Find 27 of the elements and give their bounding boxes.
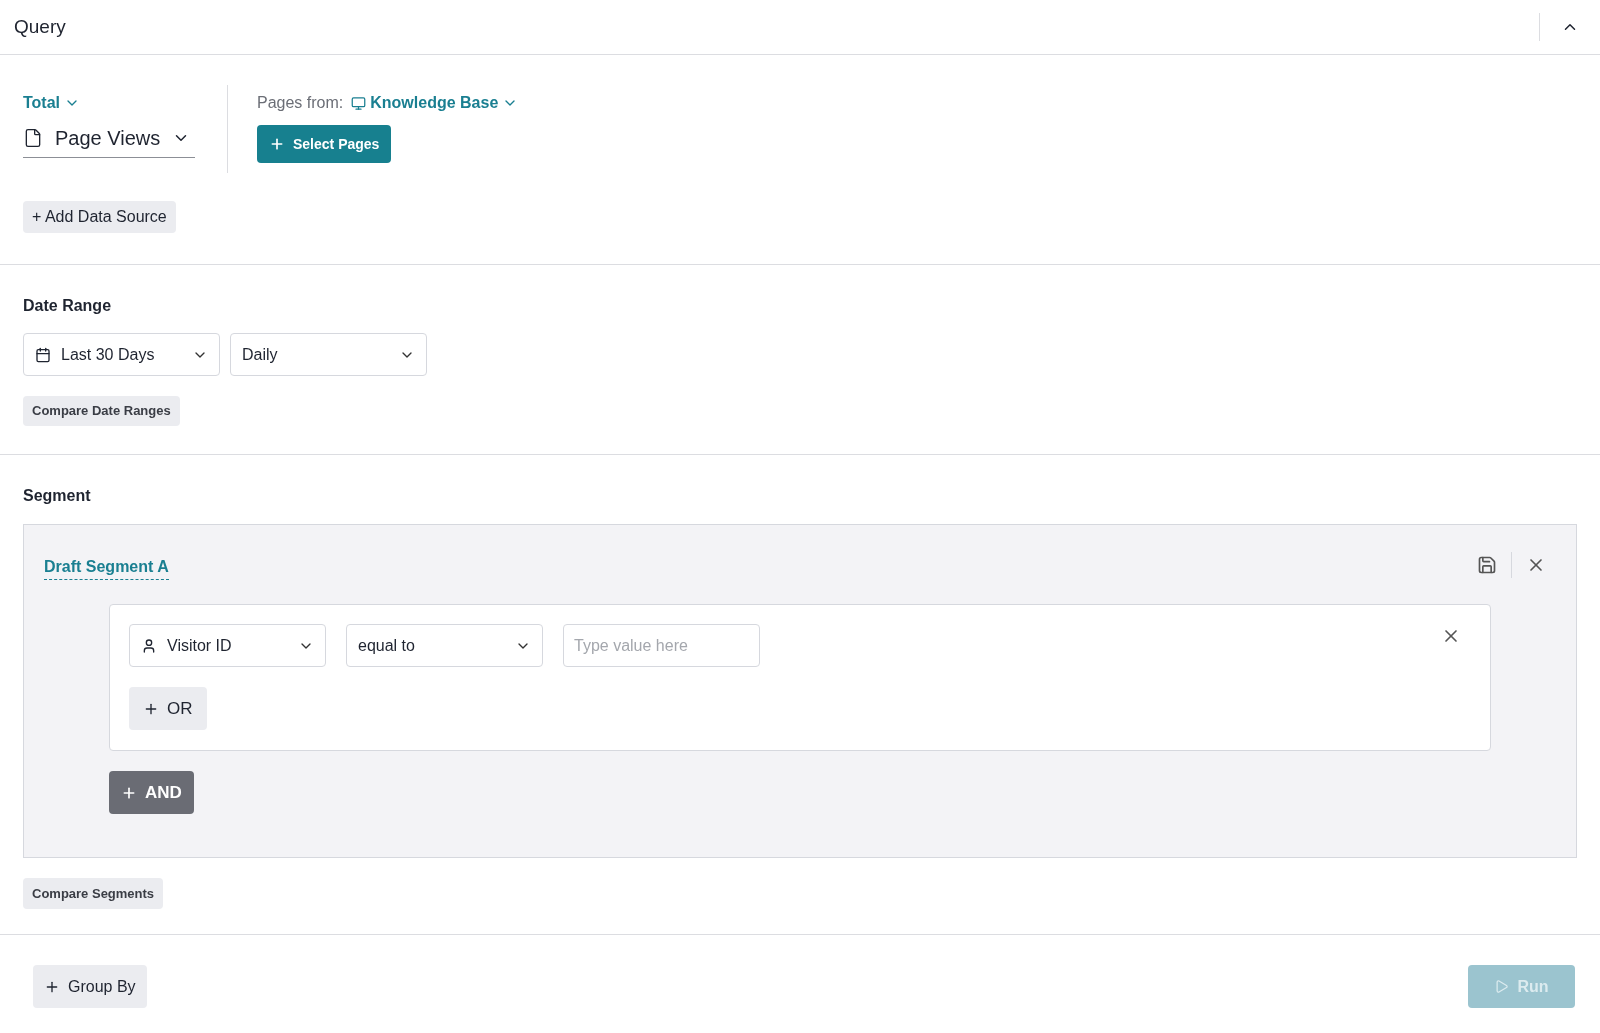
operator-dropdown[interactable]: equal to (346, 624, 543, 667)
group-by-button[interactable]: Group By (33, 965, 147, 1008)
or-button[interactable]: OR (129, 687, 207, 730)
field-dropdown[interactable]: Visitor ID (129, 624, 326, 667)
compare-segments-button[interactable]: Compare Segments (23, 878, 164, 909)
interval-dropdown[interactable]: Daily (230, 333, 427, 376)
aggregation-dropdown[interactable]: Total (23, 91, 81, 115)
value-input-field[interactable]: Type value here (563, 624, 760, 667)
document-icon (23, 128, 43, 148)
play-icon (1494, 979, 1510, 994)
section-label: Segment (23, 486, 92, 506)
metric-dropdown[interactable]: Page Views (23, 123, 195, 158)
compare-date-ranges-button[interactable]: Compare Date Ranges (23, 396, 180, 426)
person-icon (141, 637, 157, 654)
section-label: Date Range (23, 296, 113, 316)
select-pages-button[interactable]: Select Pages (257, 125, 392, 163)
plus-icon (269, 136, 285, 152)
segment-name[interactable]: Draft Segment A (44, 555, 169, 580)
pages-from-label: Pages from: (257, 93, 344, 113)
and-button[interactable]: AND (109, 771, 194, 814)
panel-title: Query (14, 14, 67, 39)
add-data-source-button[interactable]: + Add Data Source (23, 201, 176, 233)
monitor-icon (351, 95, 367, 111)
calendar-icon (35, 346, 51, 363)
source-dropdown[interactable]: Knowledge Base (351, 91, 519, 115)
date-range-dropdown[interactable]: Last 30 Days (23, 333, 220, 376)
save-icon[interactable] (1477, 555, 1497, 575)
